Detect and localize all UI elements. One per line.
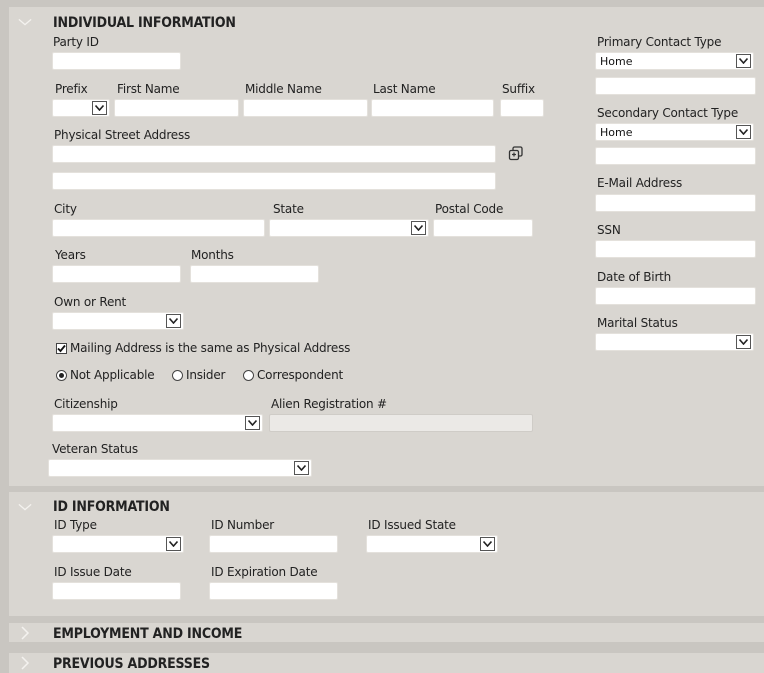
- dropdown-arrow-icon[interactable]: [294, 461, 309, 475]
- id-number-label: ID Number: [211, 518, 274, 532]
- veteran-status-label: Veteran Status: [52, 442, 138, 456]
- street-address-label: Physical Street Address: [54, 128, 191, 142]
- city-field[interactable]: [52, 219, 265, 237]
- id-issued-state-label: ID Issued State: [368, 518, 456, 532]
- ssn-field[interactable]: [595, 240, 756, 258]
- dropdown-arrow-icon[interactable]: [480, 537, 495, 551]
- id-issue-date-label: ID Issue Date: [54, 565, 132, 579]
- checkmark-icon: [57, 344, 66, 353]
- citizenship-label: Citizenship: [54, 397, 118, 411]
- secondary-contact-field[interactable]: [595, 147, 756, 165]
- primary-contact-type-label: Primary Contact Type: [597, 35, 722, 49]
- radio-insider[interactable]: [172, 370, 183, 381]
- radio-not-applicable[interactable]: [56, 370, 67, 381]
- date-of-birth-label: Date of Birth: [597, 270, 672, 284]
- chevron-right-icon[interactable]: [18, 626, 32, 640]
- copy-icon[interactable]: [508, 146, 524, 161]
- middle-name-label: Middle Name: [245, 82, 322, 96]
- alien-registration-field[interactable]: [269, 414, 533, 432]
- months-label: Months: [191, 248, 234, 262]
- dropdown-arrow-icon[interactable]: [166, 537, 181, 551]
- state-label: State: [273, 202, 304, 216]
- primary-contact-type-value: Home: [600, 55, 633, 68]
- prefix-label: Prefix: [55, 82, 88, 96]
- primary-contact-type-select[interactable]: Home: [595, 52, 754, 70]
- mailing-same-label[interactable]: Mailing Address is the same as Physical …: [70, 341, 350, 355]
- city-label: City: [54, 202, 77, 216]
- own-or-rent-label: Own or Rent: [54, 295, 127, 309]
- years-label: Years: [55, 248, 86, 262]
- prefix-select[interactable]: [52, 99, 110, 117]
- radio-not-applicable-label[interactable]: Not Applicable: [70, 368, 155, 382]
- marital-status-label: Marital Status: [597, 316, 678, 330]
- email-field[interactable]: [595, 194, 756, 212]
- id-type-label: ID Type: [54, 518, 97, 532]
- email-label: E-Mail Address: [597, 176, 683, 190]
- date-of-birth-field[interactable]: [595, 287, 756, 305]
- dropdown-arrow-icon[interactable]: [411, 221, 426, 235]
- id-information-title[interactable]: ID INFORMATION: [53, 499, 170, 515]
- citizenship-select[interactable]: [52, 414, 263, 432]
- individual-information-title[interactable]: INDIVIDUAL INFORMATION: [53, 15, 236, 31]
- previous-addresses-title[interactable]: PREVIOUS ADDRESSES: [53, 656, 210, 672]
- secondary-contact-type-label: Secondary Contact Type: [597, 106, 739, 120]
- dropdown-arrow-icon[interactable]: [245, 416, 260, 430]
- chevron-down-icon[interactable]: [18, 15, 32, 29]
- suffix-label: Suffix: [502, 82, 535, 96]
- ssn-label: SSN: [597, 223, 621, 237]
- radio-correspondent-label[interactable]: Correspondent: [257, 368, 343, 382]
- id-expiration-date-label: ID Expiration Date: [211, 565, 318, 579]
- last-name-label: Last Name: [373, 82, 436, 96]
- first-name-label: First Name: [117, 82, 180, 96]
- first-name-field[interactable]: [114, 99, 239, 117]
- radio-insider-label[interactable]: Insider: [186, 368, 225, 382]
- id-issued-state-select[interactable]: [366, 535, 498, 553]
- id-type-select[interactable]: [52, 535, 184, 553]
- id-issue-date-field[interactable]: [52, 582, 181, 600]
- dropdown-arrow-icon[interactable]: [92, 101, 107, 115]
- secondary-contact-type-select[interactable]: Home: [595, 123, 754, 141]
- chevron-down-icon[interactable]: [18, 500, 32, 514]
- id-number-field[interactable]: [209, 535, 338, 553]
- suffix-field[interactable]: [500, 99, 544, 117]
- last-name-field[interactable]: [371, 99, 494, 117]
- id-expiration-date-field[interactable]: [209, 582, 338, 600]
- party-id-field[interactable]: [52, 52, 181, 70]
- chevron-right-icon[interactable]: [18, 656, 32, 670]
- dropdown-arrow-icon[interactable]: [736, 54, 751, 68]
- postal-code-field[interactable]: [433, 219, 533, 237]
- radio-correspondent[interactable]: [243, 370, 254, 381]
- months-field[interactable]: [190, 265, 319, 283]
- employment-income-title[interactable]: EMPLOYMENT AND INCOME: [53, 626, 242, 642]
- secondary-contact-type-value: Home: [600, 126, 633, 139]
- veteran-status-select[interactable]: [48, 459, 312, 477]
- party-id-label: Party ID: [53, 35, 99, 49]
- dropdown-arrow-icon[interactable]: [166, 314, 181, 328]
- own-or-rent-select[interactable]: [52, 312, 184, 330]
- primary-contact-field[interactable]: [595, 77, 756, 95]
- street-address-line2[interactable]: [52, 172, 496, 190]
- dropdown-arrow-icon[interactable]: [736, 125, 751, 139]
- dropdown-arrow-icon[interactable]: [736, 335, 751, 349]
- street-address-line1[interactable]: [52, 145, 496, 163]
- state-select[interactable]: [269, 219, 429, 237]
- mailing-same-checkbox[interactable]: [56, 343, 67, 354]
- marital-status-select[interactable]: [595, 333, 754, 351]
- alien-registration-label: Alien Registration #: [271, 397, 387, 411]
- years-field[interactable]: [52, 265, 181, 283]
- middle-name-field[interactable]: [243, 99, 368, 117]
- postal-code-label: Postal Code: [435, 202, 504, 216]
